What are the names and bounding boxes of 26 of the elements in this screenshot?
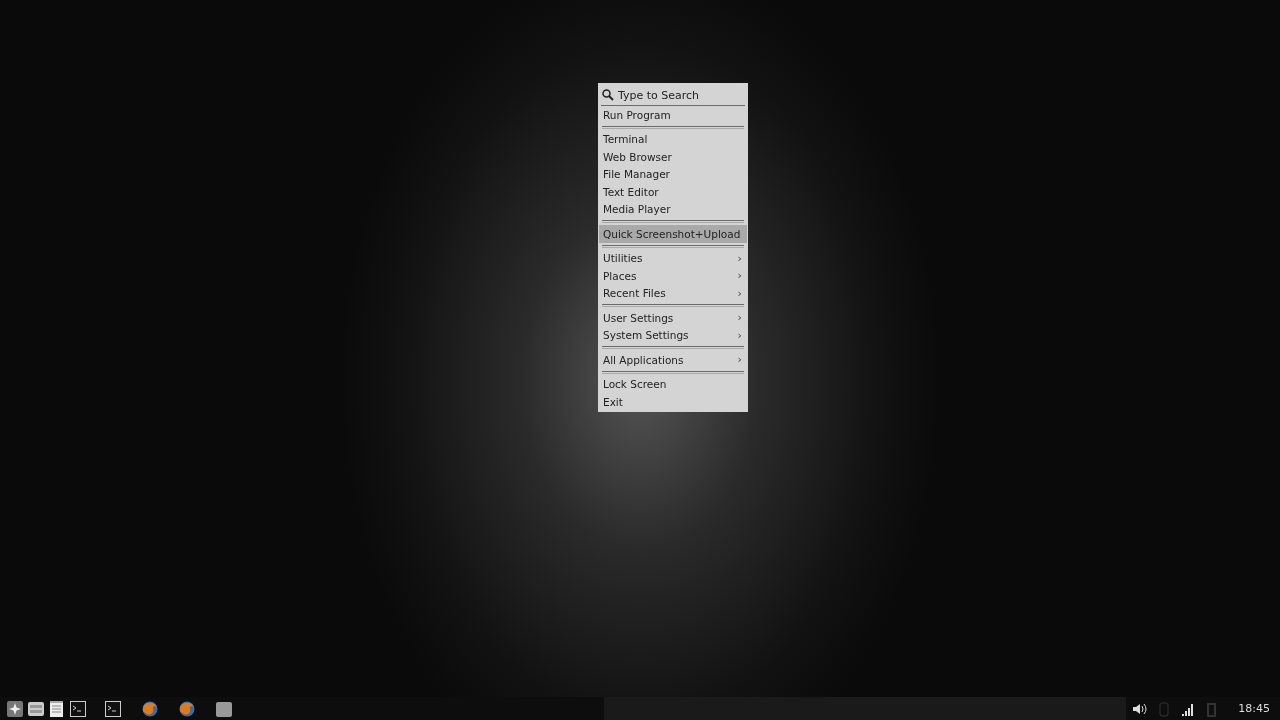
notepad-icon[interactable]: [49, 700, 65, 717]
menu-item[interactable]: Places ›: [599, 267, 747, 285]
menu-item[interactable]: File Manager: [599, 165, 747, 183]
menu-item[interactable]: User Settings ›: [599, 309, 747, 327]
drawer-icon[interactable]: [28, 700, 44, 717]
globe-icon[interactable]: [142, 700, 158, 717]
search-field[interactable]: Type to Search: [618, 88, 728, 102]
clock[interactable]: 18:45: [1238, 702, 1270, 715]
menu-item[interactable]: Utilities ›: [599, 249, 747, 267]
menu-item[interactable]: Lock Screen: [599, 375, 747, 393]
menu-item[interactable]: Quick Screenshot+Upload: [599, 225, 747, 243]
menu-item[interactable]: Media Player: [599, 200, 747, 218]
menu-item[interactable]: All Applications ›: [599, 351, 747, 369]
menu-item[interactable]: Terminal: [599, 130, 747, 148]
folder-icon[interactable]: [216, 700, 232, 717]
menu-item[interactable]: System Settings ›: [599, 326, 747, 344]
menu-item[interactable]: Exit: [599, 393, 747, 411]
globe-icon[interactable]: [179, 700, 195, 717]
menu-item[interactable]: Run Program: [599, 106, 747, 124]
terminal-icon[interactable]: [105, 700, 121, 717]
search-icon: [602, 89, 614, 101]
menu-item[interactable]: Recent Files ›: [599, 284, 747, 302]
menu-item[interactable]: Text Editor: [599, 183, 747, 201]
menu-item[interactable]: Web Browser: [599, 148, 747, 166]
terminal-icon[interactable]: [70, 700, 86, 717]
star-menu-icon[interactable]: [7, 700, 23, 717]
